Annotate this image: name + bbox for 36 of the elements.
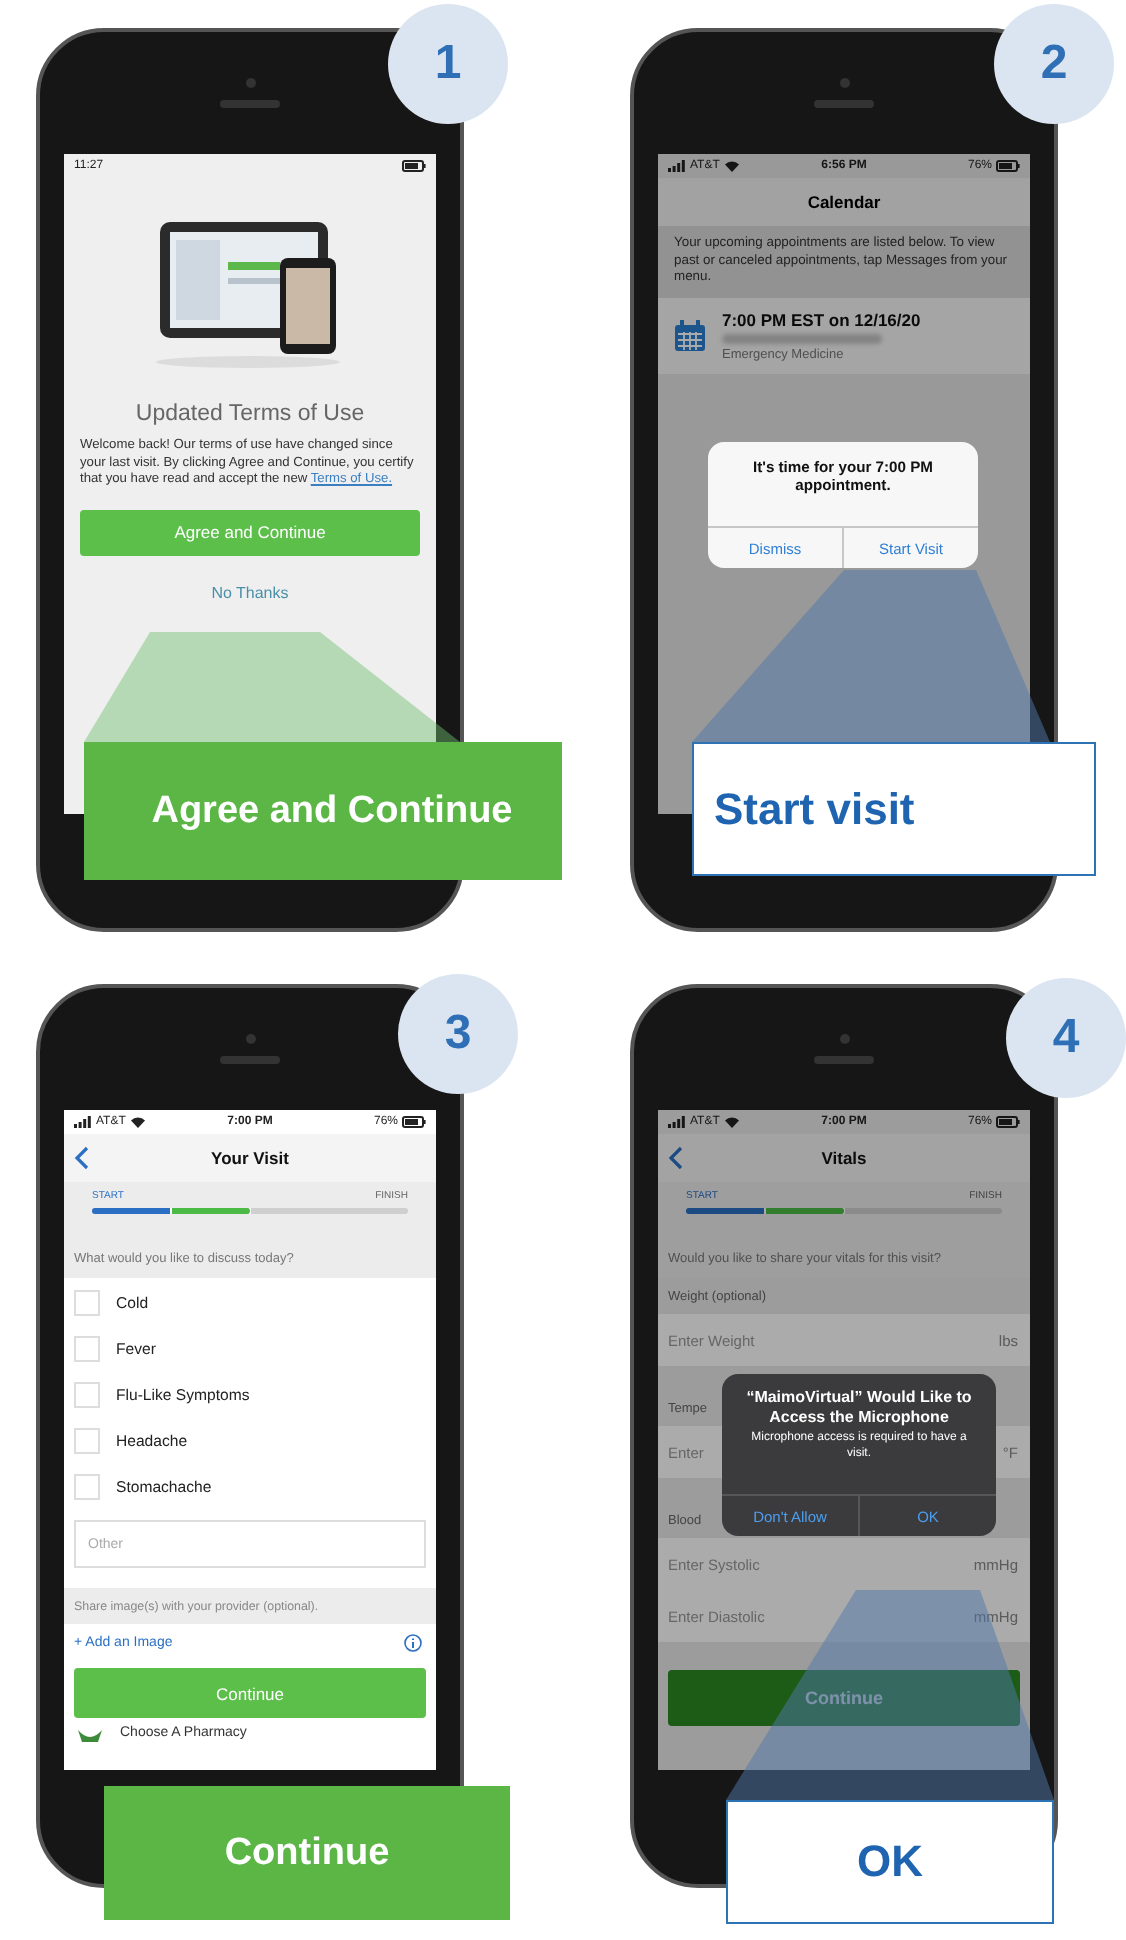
callout-label: Continue — [104, 1786, 510, 1920]
battery-icon — [402, 1116, 427, 1128]
checkbox[interactable] — [74, 1474, 100, 1500]
callout-label: OK — [726, 1800, 1054, 1924]
screen-title: Calendar — [658, 178, 1030, 226]
checkbox[interactable] — [74, 1428, 100, 1454]
wifi-icon — [723, 1116, 740, 1128]
battery-icon — [996, 160, 1021, 172]
signal-icon — [668, 160, 686, 172]
screen-title: Updated Terms of Use — [133, 402, 367, 426]
alert-title: “MaimoVirtual” Would Like to Access the Microphone — [744, 1386, 974, 1430]
signal-icon — [74, 1116, 92, 1128]
no-thanks-link[interactable]: No Thanks — [211, 583, 289, 602]
appointment-time: 7:00 PM EST on 12/16/20 — [722, 310, 921, 331]
step-number: 2 — [994, 4, 1114, 124]
checkbox[interactable] — [74, 1336, 100, 1362]
screen-title: Your Visit — [211, 1148, 289, 1168]
callout-label: Agree and Continue — [84, 742, 562, 880]
continue-button[interactable]: Continue — [74, 1668, 426, 1718]
screen-title: Vitals — [821, 1148, 867, 1168]
signal-icon — [668, 1116, 686, 1128]
back-icon[interactable] — [668, 1146, 684, 1170]
back-icon[interactable] — [74, 1146, 90, 1170]
step-number: 1 — [388, 4, 508, 124]
calendar-icon — [674, 320, 706, 353]
wifi-icon — [129, 1116, 146, 1128]
battery-icon — [402, 160, 427, 172]
battery-icon — [996, 1116, 1021, 1128]
agree-button[interactable]: Agree and Continue — [80, 509, 420, 556]
step-number: 4 — [1006, 978, 1126, 1098]
step-number: 3 — [398, 974, 518, 1094]
checkbox[interactable] — [74, 1290, 100, 1316]
callout-label: Start visit — [692, 742, 1096, 876]
info-icon — [404, 1633, 422, 1651]
wifi-icon — [723, 160, 740, 172]
checkbox[interactable] — [74, 1382, 100, 1408]
